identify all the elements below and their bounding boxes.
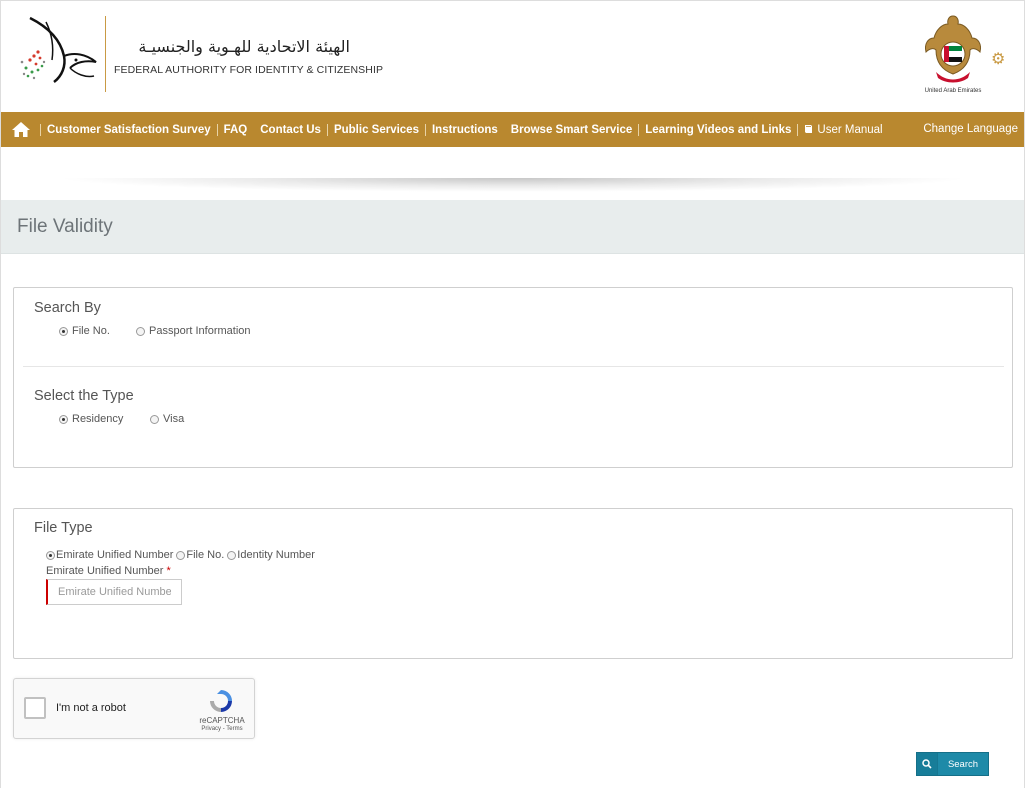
main-navigation: Customer Satisfaction Survey FAQ Contact… xyxy=(0,112,1025,147)
home-icon[interactable] xyxy=(11,121,31,138)
nav-separator xyxy=(216,123,218,136)
nav-items: Customer Satisfaction Survey FAQ Contact… xyxy=(34,112,883,147)
ica-falcon-logo-icon[interactable] xyxy=(16,16,100,92)
emblem-caption: United Arab Emirates xyxy=(924,88,982,94)
radio-button[interactable] xyxy=(59,414,68,424)
nav-item-browse-smart-service[interactable]: Browse Smart Service xyxy=(511,124,632,136)
logo-english-name: FEDERAL AUTHORITY FOR IDENTITY & CITIZEN… xyxy=(114,64,384,76)
radio-label: Identity Number xyxy=(237,549,315,561)
radio-button[interactable] xyxy=(150,414,159,424)
nav-separator xyxy=(504,124,505,136)
section-divider xyxy=(23,366,1004,367)
page-title: File Validity xyxy=(17,216,113,237)
file-type-panel: File Type Emirate Unified Number File No… xyxy=(13,508,1013,659)
radio-button-emirate-unified-number[interactable] xyxy=(46,550,55,560)
decorative-shadow-divider xyxy=(55,178,970,192)
emirate-unified-number-label: Emirate Unified Number * xyxy=(46,565,171,577)
logo-arabic-name: الهيئة الاتحادية للهـوية والجنسيـة xyxy=(138,37,350,56)
nav-separator xyxy=(40,123,41,136)
radio-search-by-file-no[interactable]: File No. xyxy=(59,325,110,337)
nav-separator xyxy=(424,123,426,136)
radio-search-by-passport[interactable]: Passport Information xyxy=(136,325,251,337)
radio-button-file-no[interactable] xyxy=(176,550,186,560)
file-type-radio-group: Emirate Unified Number File No. Identity… xyxy=(46,549,315,561)
recaptcha-terms-link[interactable]: Privacy - Terms xyxy=(196,726,248,732)
recaptcha-checkbox[interactable] xyxy=(24,697,46,719)
radio-label: Emirate Unified Number xyxy=(56,549,174,561)
select-type-title: Select the Type xyxy=(34,388,134,404)
nav-item-public-services[interactable]: Public Services xyxy=(334,124,419,136)
radio-type-visa[interactable]: Visa xyxy=(150,413,184,425)
site-header: الهيئة الاتحادية للهـوية والجنسيـة FEDER… xyxy=(0,0,1025,112)
search-button[interactable]: Search xyxy=(916,752,989,776)
radio-label: File No. xyxy=(186,549,225,561)
radio-type-residency[interactable]: Residency xyxy=(59,413,123,425)
nav-item-customer-satisfaction-survey[interactable]: Customer Satisfaction Survey xyxy=(47,124,211,136)
nav-item-faq[interactable]: FAQ xyxy=(224,124,248,136)
required-asterisk: * xyxy=(166,565,171,577)
radio-button[interactable] xyxy=(136,326,145,336)
nav-separator xyxy=(638,123,640,136)
radio-label: Residency xyxy=(72,413,124,425)
field-label-text: Emirate Unified Number xyxy=(46,565,164,577)
recaptcha-label: I'm not a robot xyxy=(56,702,126,714)
recaptcha-logo-icon xyxy=(210,690,232,712)
radio-button-identity-number[interactable] xyxy=(227,550,237,560)
radio-label: Passport Information xyxy=(149,325,251,337)
change-language-link[interactable]: Change Language xyxy=(923,123,1018,135)
radio-label: File No. xyxy=(72,325,110,337)
search-button-label: Search xyxy=(947,758,979,770)
gear-icon[interactable]: ⚙ xyxy=(991,52,1005,68)
nav-separator xyxy=(326,123,328,136)
uae-emblem-icon xyxy=(925,15,981,83)
recaptcha-widget: I'm not a robot reCAPTCHA Privacy - Term… xyxy=(13,678,255,739)
search-icon xyxy=(917,753,938,775)
nav-item-contact-us[interactable]: Contact Us xyxy=(260,124,321,136)
radio-label: Visa xyxy=(163,413,185,425)
radio-button[interactable] xyxy=(59,326,68,336)
nav-separator xyxy=(797,123,799,136)
nav-item-learning-videos[interactable]: Learning Videos and Links xyxy=(645,124,791,136)
search-options-panel: Search By File No. Passport Information … xyxy=(13,287,1013,468)
logo-divider xyxy=(105,16,106,92)
file-type-title: File Type xyxy=(34,520,93,536)
nav-item-user-manual[interactable]: User Manual xyxy=(804,123,883,136)
recaptcha-brand: reCAPTCHA xyxy=(199,716,245,725)
nav-item-instructions[interactable]: Instructions xyxy=(432,124,498,136)
search-by-title: Search By xyxy=(34,300,101,316)
book-icon xyxy=(805,124,813,133)
nav-item-user-manual-label: User Manual xyxy=(817,123,883,136)
nav-separator xyxy=(253,124,254,136)
page-title-band: File Validity xyxy=(0,200,1025,254)
emirate-unified-number-input[interactable] xyxy=(46,579,182,605)
